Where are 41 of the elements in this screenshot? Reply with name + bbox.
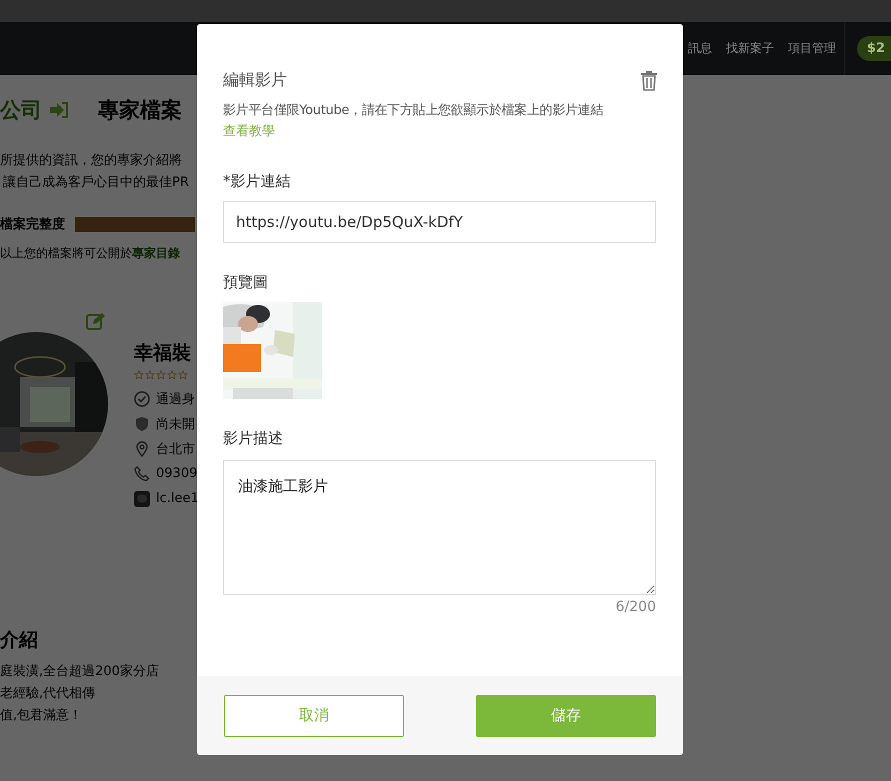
company-name: 幸福裝 — [134, 341, 191, 366]
star-icon — [156, 370, 166, 380]
nav-link[interactable]: 項目管理 — [788, 40, 836, 57]
video-description-field[interactable]: 油漆施工影片 — [223, 460, 656, 595]
check-circle-icon — [134, 390, 150, 406]
chat-icon — [134, 490, 150, 506]
star-icon — [134, 370, 144, 380]
intro-text: 所提供的資訊，您的專家介紹將 — [0, 152, 182, 169]
directory-link[interactable]: 專家目錄 — [132, 246, 180, 260]
character-counter: 6/200 — [616, 599, 656, 615]
about-text: 值,包君滿意！ — [0, 707, 82, 725]
nav-link[interactable]: 找新案子 — [726, 40, 774, 57]
map-pin-icon — [134, 440, 150, 456]
about-text: 庭裝潢,全台超過200家分店 — [0, 663, 159, 681]
video-url-field[interactable]: https://youtu.be/Dp5QuX-kDfY — [223, 201, 656, 243]
profile-detail: 通過身 — [156, 390, 195, 408]
phone-icon — [134, 466, 150, 482]
edit-icon[interactable] — [86, 312, 106, 330]
dialog-title: 編輯影片 — [223, 70, 287, 91]
balance-badge[interactable]: $2 — [856, 36, 891, 61]
section-title: 介紹 — [0, 628, 38, 653]
profile-detail: 09309 — [156, 466, 198, 481]
field-label: 影片描述 — [223, 429, 283, 448]
profile-detail: 尚未開 — [156, 416, 195, 432]
completeness-label: 檔案完整度 — [0, 216, 65, 233]
nav-link[interactable]: 訊息 — [688, 40, 712, 57]
sign-in-icon[interactable] — [50, 101, 70, 119]
field-label: 預覽圖 — [223, 273, 268, 292]
profile-detail: lc.lee1 — [156, 491, 199, 506]
profile-detail: 台北市 — [156, 440, 195, 458]
star-icon — [178, 370, 188, 380]
about-text: 老經驗,代代相傳 — [0, 685, 96, 703]
shield-icon — [134, 416, 150, 432]
star-icon — [145, 370, 155, 380]
dialog-description: 影片平台僅限Youtube，請在下方貼上您欲顯示於檔案上的影片連結 — [223, 102, 604, 119]
star-icon — [167, 370, 177, 380]
field-label: *影片連結 — [223, 172, 290, 191]
publish-note: 以上您的檔案將可公開於專家目錄 — [0, 245, 180, 262]
intro-text: 讓自己成為客戶心目中的最佳PR — [2, 174, 189, 191]
trash-icon[interactable] — [640, 70, 658, 91]
page-title: 專家檔案 — [98, 97, 182, 124]
